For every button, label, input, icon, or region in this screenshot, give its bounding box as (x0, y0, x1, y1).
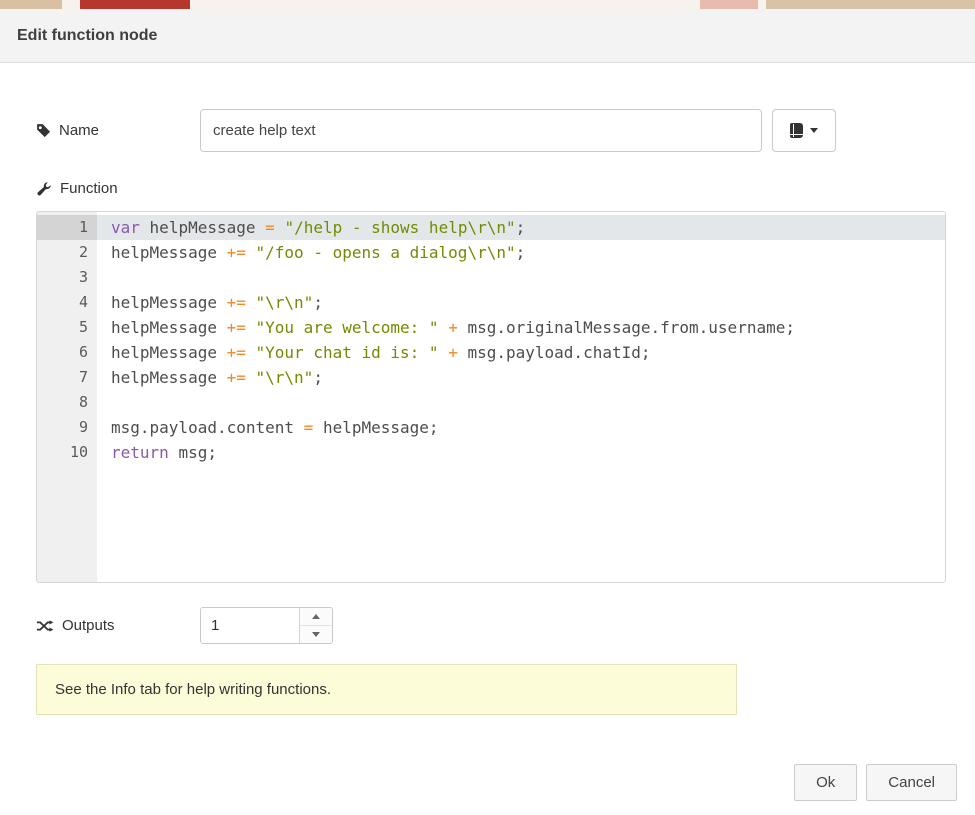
gutter-line-number: 6 (37, 340, 97, 365)
code-lines[interactable]: var helpMessage = "/help - shows help\r\… (97, 212, 945, 582)
form-tip: See the Info tab for help writing functi… (36, 664, 737, 715)
code-line[interactable]: var helpMessage = "/help - shows help\r\… (97, 215, 945, 240)
function-label-text: Function (60, 180, 118, 197)
name-label-text: Name (59, 122, 99, 139)
outputs-row: Outputs (36, 607, 947, 644)
gutter-line-number: 1 (37, 215, 97, 240)
dialog-title: Edit function node (17, 27, 157, 45)
triangle-down-icon (312, 632, 320, 637)
canvas-node-fragment (700, 0, 758, 9)
spinner-down-button[interactable] (300, 625, 332, 643)
code-line[interactable]: helpMessage += "\r\n"; (97, 290, 945, 315)
function-label-row: Function (36, 180, 947, 197)
name-row: Name (36, 109, 947, 152)
flow-canvas-background (0, 0, 975, 9)
ok-button[interactable]: Ok (794, 764, 857, 801)
dialog-header: Edit function node (0, 9, 975, 63)
outputs-input[interactable] (201, 608, 299, 643)
code-line[interactable] (97, 390, 945, 415)
book-icon (790, 123, 803, 138)
library-button[interactable] (772, 109, 836, 152)
gutter-line-number: 10 (37, 440, 97, 465)
code-line[interactable]: helpMessage += "Your chat id is: " + msg… (97, 340, 945, 365)
canvas-node-fragment (766, 0, 975, 9)
spinner-up-button[interactable] (300, 608, 332, 625)
code-gutter: 12345678910 (37, 212, 97, 582)
function-label: Function (36, 180, 200, 197)
code-line[interactable] (97, 265, 945, 290)
triangle-up-icon (312, 614, 320, 619)
canvas-node-fragment (0, 0, 62, 9)
outputs-label: Outputs (36, 617, 200, 634)
edit-function-node-dialog: Edit function node Name Function 1234567… (0, 9, 975, 815)
spinner-buttons (299, 608, 332, 643)
cancel-button[interactable]: Cancel (866, 764, 957, 801)
name-input[interactable] (200, 109, 762, 152)
canvas-node-fragment (80, 0, 190, 9)
outputs-spinner (200, 607, 333, 644)
gutter-line-number: 4 (37, 290, 97, 315)
gutter-line-number: 2 (37, 240, 97, 265)
name-label: Name (36, 122, 200, 139)
chevron-down-icon (810, 128, 818, 133)
gutter-line-number: 8 (37, 390, 97, 415)
shuffle-icon (36, 619, 54, 633)
code-line[interactable]: helpMessage += "You are welcome: " + msg… (97, 315, 945, 340)
outputs-label-text: Outputs (62, 617, 115, 634)
function-code-editor[interactable]: 12345678910 var helpMessage = "/help - s… (36, 211, 946, 583)
gutter-line-number: 9 (37, 415, 97, 440)
gutter-line-number: 3 (37, 265, 97, 290)
gutter-line-number: 7 (37, 365, 97, 390)
code-line[interactable]: helpMessage += "\r\n"; (97, 365, 945, 390)
gutter-line-number: 5 (37, 315, 97, 340)
dialog-body: Name Function 12345678910 var helpMessag… (0, 63, 975, 715)
code-line[interactable]: helpMessage += "/foo - opens a dialog\r\… (97, 240, 945, 265)
tag-icon (36, 123, 51, 138)
code-line[interactable]: msg.payload.content = helpMessage; (97, 415, 945, 440)
code-line[interactable]: return msg; (97, 440, 945, 465)
dialog-buttons: Ok Cancel (794, 764, 957, 801)
wrench-icon (36, 181, 52, 197)
